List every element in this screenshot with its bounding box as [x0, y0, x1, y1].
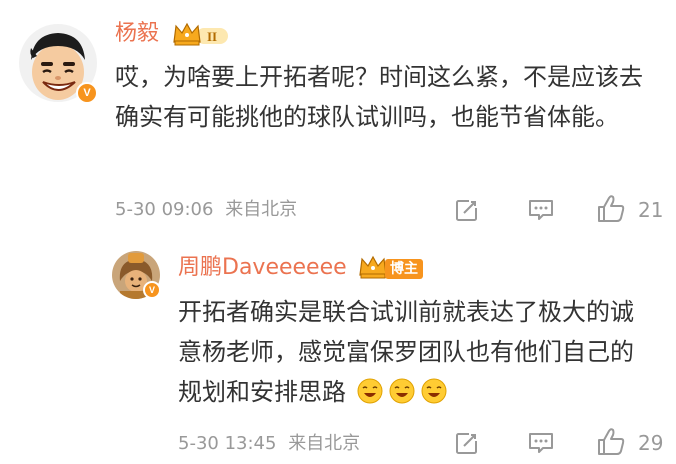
verified-v-icon: V	[143, 281, 161, 299]
laugh-emoji-icon	[356, 377, 450, 417]
comment-icon	[529, 200, 553, 220]
comment-icon	[529, 433, 553, 453]
crown-level-icon	[358, 255, 388, 281]
comment-location: 来自北京	[225, 199, 298, 220]
comment-text: 哎，为啥要上开拓者呢？时间这么紧，不是应该去确实有可能挑他的球队试训吗，也能节省…	[115, 63, 643, 131]
reply-meta: 5-30 13:45 来自北京	[178, 432, 360, 456]
reply-username[interactable]: 周鹏Daveeeeee	[178, 253, 347, 283]
blogger-badge: 博主	[385, 259, 423, 279]
comment-meta: 5-30 09:06 来自北京	[115, 198, 297, 222]
like-button[interactable]	[596, 194, 628, 228]
avatar[interactable]: V	[19, 24, 98, 104]
comment-button[interactable]	[527, 430, 555, 460]
reply-date: 5-30 13:45	[178, 433, 277, 454]
verified-v-icon: V	[76, 82, 98, 104]
avatar[interactable]: V	[112, 251, 161, 299]
repost-icon	[456, 432, 478, 454]
comment-button[interactable]	[527, 197, 555, 227]
like-icon	[598, 195, 625, 222]
like-count: 21	[638, 198, 664, 222]
like-button[interactable]	[596, 427, 628, 461]
crown-level-icon: II	[172, 22, 230, 48]
repost-icon	[456, 199, 478, 221]
repost-button[interactable]	[454, 430, 480, 460]
level-label: II	[207, 29, 217, 44]
like-icon	[598, 428, 625, 455]
comment-username[interactable]: 杨毅	[115, 19, 159, 49]
like-count: 29	[638, 431, 664, 455]
repost-button[interactable]	[454, 197, 480, 227]
reply-location: 来自北京	[288, 433, 361, 454]
comment-date: 5-30 09:06	[115, 199, 214, 220]
reply-text: 开拓者确实是联合试训前就表达了极大的诚意杨老师，感觉富保罗团队也有他们自己的规划…	[178, 292, 640, 417]
